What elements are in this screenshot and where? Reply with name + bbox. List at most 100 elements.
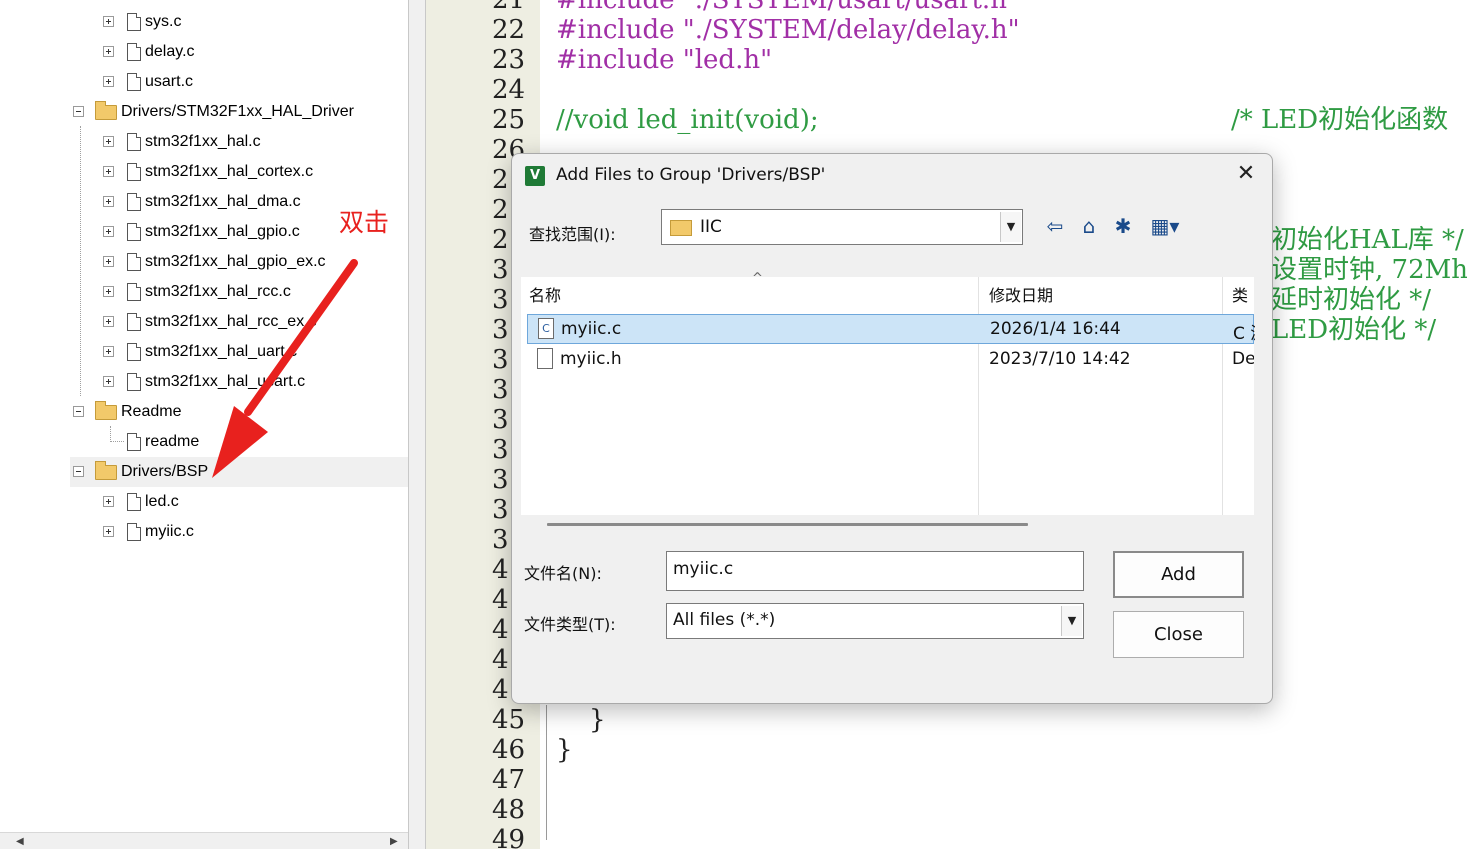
tree-item-label: delay.c [145,43,195,60]
tree-file[interactable]: stm32f1xx_hal_gpio.c [127,217,300,247]
tree-item-label: sys.c [145,13,182,30]
filename-input[interactable]: myiic.c [666,551,1084,591]
column-header-date[interactable]: 修改日期 [989,281,1053,311]
folder-icon [670,220,692,236]
scroll-left-icon[interactable]: ◀ [16,836,24,847]
tree-item-label: stm32f1xx_hal_gpio.c [145,223,300,240]
collapse-icon[interactable] [73,406,84,417]
expand-icon[interactable] [103,346,114,357]
tree-file[interactable]: stm32f1xx_hal_rcc.c [127,277,291,307]
file-icon [127,193,141,211]
file-row[interactable]: Cmyiic.c 2026/1/4 16:44 C 源 [527,314,1255,344]
code-comment: 延时初始化 */ [1271,285,1432,315]
code-line: //void led_init(void); [556,105,819,135]
tree-file[interactable]: stm32f1xx_hal_cortex.c [127,157,313,187]
tree-file[interactable]: stm32f1xx_hal_usart.c [127,367,305,397]
tree-group[interactable]: Drivers/BSP [95,457,208,487]
tree-file[interactable]: myiic.c [127,517,194,547]
expand-icon[interactable] [103,496,114,507]
folder-icon [95,460,117,480]
tree-item-label: Readme [121,403,182,420]
filetype-label: 文件类型(T): [524,615,616,634]
tree-file[interactable]: usart.c [127,67,193,97]
tree-connector [80,126,81,396]
file-icon [127,523,141,541]
panel-splitter[interactable] [408,0,426,849]
back-icon[interactable]: ⇦ [1041,212,1069,240]
expand-icon[interactable] [103,136,114,147]
chevron-down-icon[interactable]: ▼ [1061,606,1082,636]
file-icon [127,73,141,91]
tree-item-label: usart.c [145,73,194,90]
tree-file[interactable]: stm32f1xx_hal.c [127,127,261,157]
expand-icon[interactable] [103,376,114,387]
tree-item-label: Drivers/STM32F1xx_HAL_Driver [121,103,354,120]
view-menu-icon[interactable]: ▦▾ [1145,212,1185,240]
file-icon [127,163,141,181]
expand-icon[interactable] [103,196,114,207]
filetype-select[interactable]: All files (*.*) ▼ [666,603,1084,639]
tree-item-label: stm32f1xx_hal_rcc.c [145,283,291,300]
file-icon [127,493,141,511]
line-number: 23 [492,45,526,75]
folder-icon [95,100,117,120]
file-list[interactable]: ^ 名称 修改日期 类 Cmyiic.c2026/1/4 16:44C 源myi… [521,271,1255,515]
expand-icon[interactable] [103,76,114,87]
tree-item-label: stm32f1xx_hal.c [145,133,261,150]
tree-file[interactable]: delay.c [127,37,195,67]
column-header-name[interactable]: 名称 [529,281,561,311]
file-name: myiic.c [561,319,622,339]
tree-file[interactable]: stm32f1xx_hal_dma.c [127,187,301,217]
expand-icon[interactable] [103,226,114,237]
column-header-type[interactable]: 类 [1232,281,1248,311]
close-icon[interactable]: ✕ [1234,162,1258,186]
file-name: myiic.h [560,349,622,369]
expand-icon[interactable] [103,166,114,177]
tree-horizontal-scrollbar[interactable]: ◀ ▶ [0,832,408,849]
expand-icon[interactable] [103,526,114,537]
tree-file[interactable]: sys.c [127,7,181,37]
scroll-right-icon[interactable]: ▶ [390,836,398,847]
file-list-scrollbar[interactable] [547,523,1028,526]
file-icon [127,43,141,61]
tree-file[interactable]: led.c [127,487,179,517]
up-folder-icon[interactable]: ⌂ [1075,212,1103,240]
collapse-icon[interactable] [73,106,84,117]
chevron-down-icon[interactable]: ▼ [1000,212,1021,242]
tree-file[interactable]: stm32f1xx_hal_uart.c [127,337,297,367]
keil-app-icon: V [525,166,545,186]
expand-icon[interactable] [103,16,114,27]
tree-file[interactable]: readme [127,427,199,457]
tree-item-label: readme [145,433,200,450]
code-comment: LED初始化 */ [1271,315,1437,345]
expand-icon[interactable] [103,286,114,297]
line-number: 25 [492,105,526,135]
folder-icon [95,400,117,420]
code-comment: 设置时钟, 72Mh [1271,255,1467,285]
file-row[interactable]: myiic.h 2023/7/10 14:42 De [527,345,1254,375]
code-comment: 初始化HAL库 */ [1271,225,1464,255]
tree-connector [110,426,111,442]
tree-group[interactable]: Readme [95,397,181,427]
tree-connector [110,441,124,442]
file-icon [127,313,141,331]
expand-icon[interactable] [103,46,114,57]
new-folder-icon[interactable]: ✱ [1109,212,1137,240]
close-button[interactable]: Close [1113,611,1244,658]
sort-ascending-icon: ^ [752,271,763,286]
expand-icon[interactable] [103,316,114,327]
line-number: 49 [492,825,526,849]
add-button[interactable]: Add [1113,551,1244,598]
look-in-combo[interactable]: IIC ▼ [661,209,1023,245]
line-number: 24 [492,75,526,105]
tree-file[interactable]: stm32f1xx_hal_rcc_ex.c [127,307,317,337]
collapse-icon[interactable] [73,466,84,477]
line-number: 21 [492,0,526,15]
tree-group[interactable]: Drivers/STM32F1xx_HAL_Driver [95,97,354,127]
fold-line [546,705,547,840]
line-number: 22 [492,15,526,45]
file-icon [127,283,141,301]
tree-file[interactable]: stm32f1xx_hal_gpio_ex.c [127,247,326,277]
file-type: De [1232,349,1254,369]
expand-icon[interactable] [103,256,114,267]
